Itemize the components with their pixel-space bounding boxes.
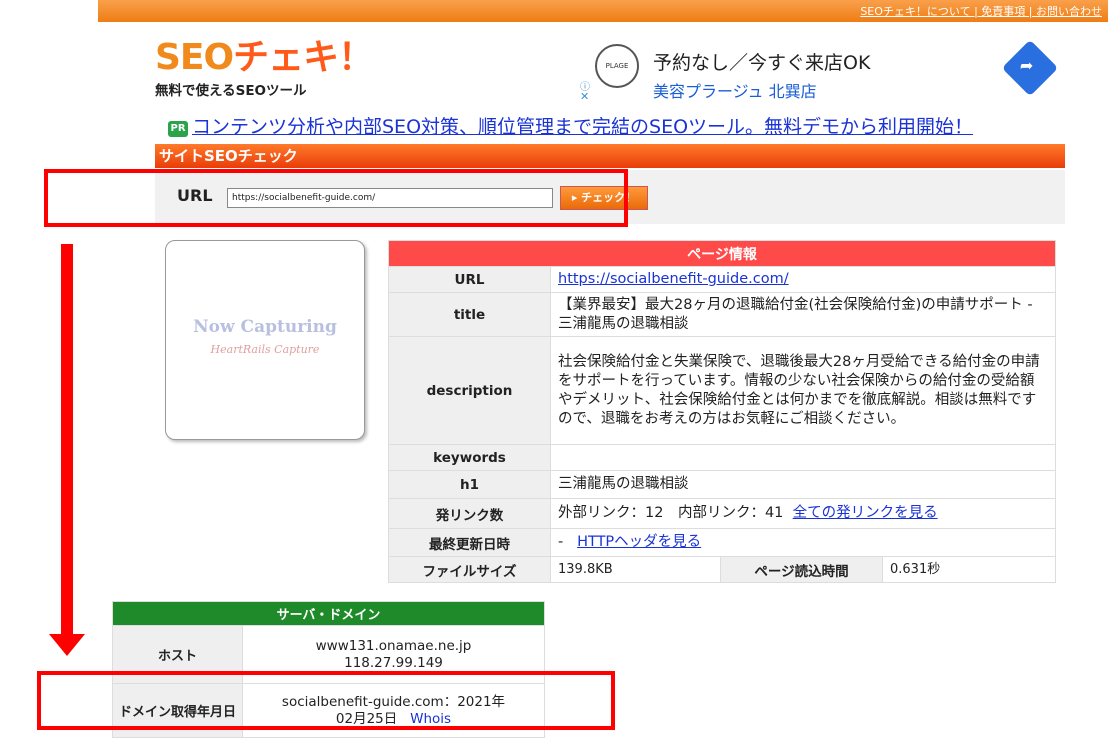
top-nav-bar: SEOチェキ！について | 免責事項 | お問い合わせ <box>98 0 1108 22</box>
server-domain-header: サーバ・ドメイン <box>112 601 545 626</box>
salon-logo-icon: PLAGE <box>595 44 639 88</box>
filesize-value: 139.8KB <box>550 556 721 583</box>
directions-icon[interactable]: ➦ <box>1001 39 1059 97</box>
site-thumbnail: Now Capturing HeartRails Capture <box>165 240 365 440</box>
http-header-link[interactable]: HTTPヘッダを見る <box>577 534 701 550</box>
title-row-value: 【業界最安】最大28ヶ月の退職給付金(社会保険給付金)の申請サポート - 三浦龍… <box>550 292 1056 337</box>
keywords-row-label: keywords <box>388 444 551 471</box>
url-row-label: URL <box>388 266 551 293</box>
host-ip: 118.27.99.149 <box>344 654 443 671</box>
capture-status-text: Now Capturing <box>193 317 337 337</box>
host-name: www131.onamae.ne.jp <box>315 637 472 654</box>
h1-row-label: h1 <box>388 470 551 499</box>
logo-seo-text: SEO <box>155 37 234 78</box>
advertisement-banner[interactable]: PLAGE ⓘ ✕ 予約なし／今すぐ来店OK 美容プラージュ 北巽店 ➦ <box>577 39 1065 103</box>
all-links-link[interactable]: 全ての発リンクを見る <box>793 505 938 521</box>
ad-shop-name[interactable]: 美容プラージュ 北巽店 <box>653 78 817 102</box>
updated-row-value: - <box>558 534 564 550</box>
ad-headline[interactable]: 予約なし／今すぐ来店OK <box>653 48 870 75</box>
links-row-label: 発リンク数 <box>388 498 551 529</box>
pr-badge: PR <box>168 121 188 137</box>
updated-row-label: 最終更新日時 <box>388 528 551 557</box>
section-title-bar: サイトSEOチェック <box>155 144 1065 168</box>
site-logo[interactable]: SEOチェキ！ 無料で使えるSEOツール <box>155 37 374 100</box>
page-info-table: ページ情報 URL https://socialbenefit-guide.com… <box>388 240 1056 583</box>
title-row-label: title <box>388 292 551 337</box>
domain-date-highlight-box <box>37 671 615 730</box>
url-row-link[interactable]: https://socialbenefit-guide.com/ <box>558 271 789 287</box>
pr-link-row: PR コンテンツ分析や内部SEO対策、順位管理まで完結のSEOツール。無料デモから… <box>168 112 973 139</box>
down-arrow-icon <box>49 634 85 656</box>
loadtime-value: 0.631秒 <box>882 556 1056 583</box>
logo-tagline: 無料で使えるSEOツール <box>155 83 307 99</box>
pr-link[interactable]: コンテンツ分析や内部SEO対策、順位管理まで完結のSEOツール。無料デモから利用… <box>192 116 973 138</box>
page-info-header: ページ情報 <box>388 240 1056 267</box>
logo-jp-text: チェキ！ <box>233 37 374 78</box>
description-row-label: description <box>388 336 551 445</box>
keywords-row-value <box>550 444 1056 471</box>
top-nav-links[interactable]: SEOチェキ！について | 免責事項 | お問い合わせ <box>860 5 1102 18</box>
down-arrow-shaft <box>61 244 73 640</box>
url-highlight-box <box>44 169 628 227</box>
info-icon[interactable]: ⓘ <box>580 78 592 93</box>
close-icon[interactable]: ✕ <box>580 90 589 103</box>
loadtime-label: ページ読込時間 <box>720 556 883 583</box>
capture-provider-text: HeartRails Capture <box>210 343 320 356</box>
h1-row-value: 三浦龍馬の退職相談 <box>550 470 1056 499</box>
description-row-value: 社会保険給付金と失業保険で、退職後最大28ヶ月受給できる給付金の申請をサポートを… <box>550 336 1056 445</box>
links-row-value: 外部リンク：12 内部リンク：41 <box>558 505 784 521</box>
filesize-row-label: ファイルサイズ <box>388 556 551 583</box>
